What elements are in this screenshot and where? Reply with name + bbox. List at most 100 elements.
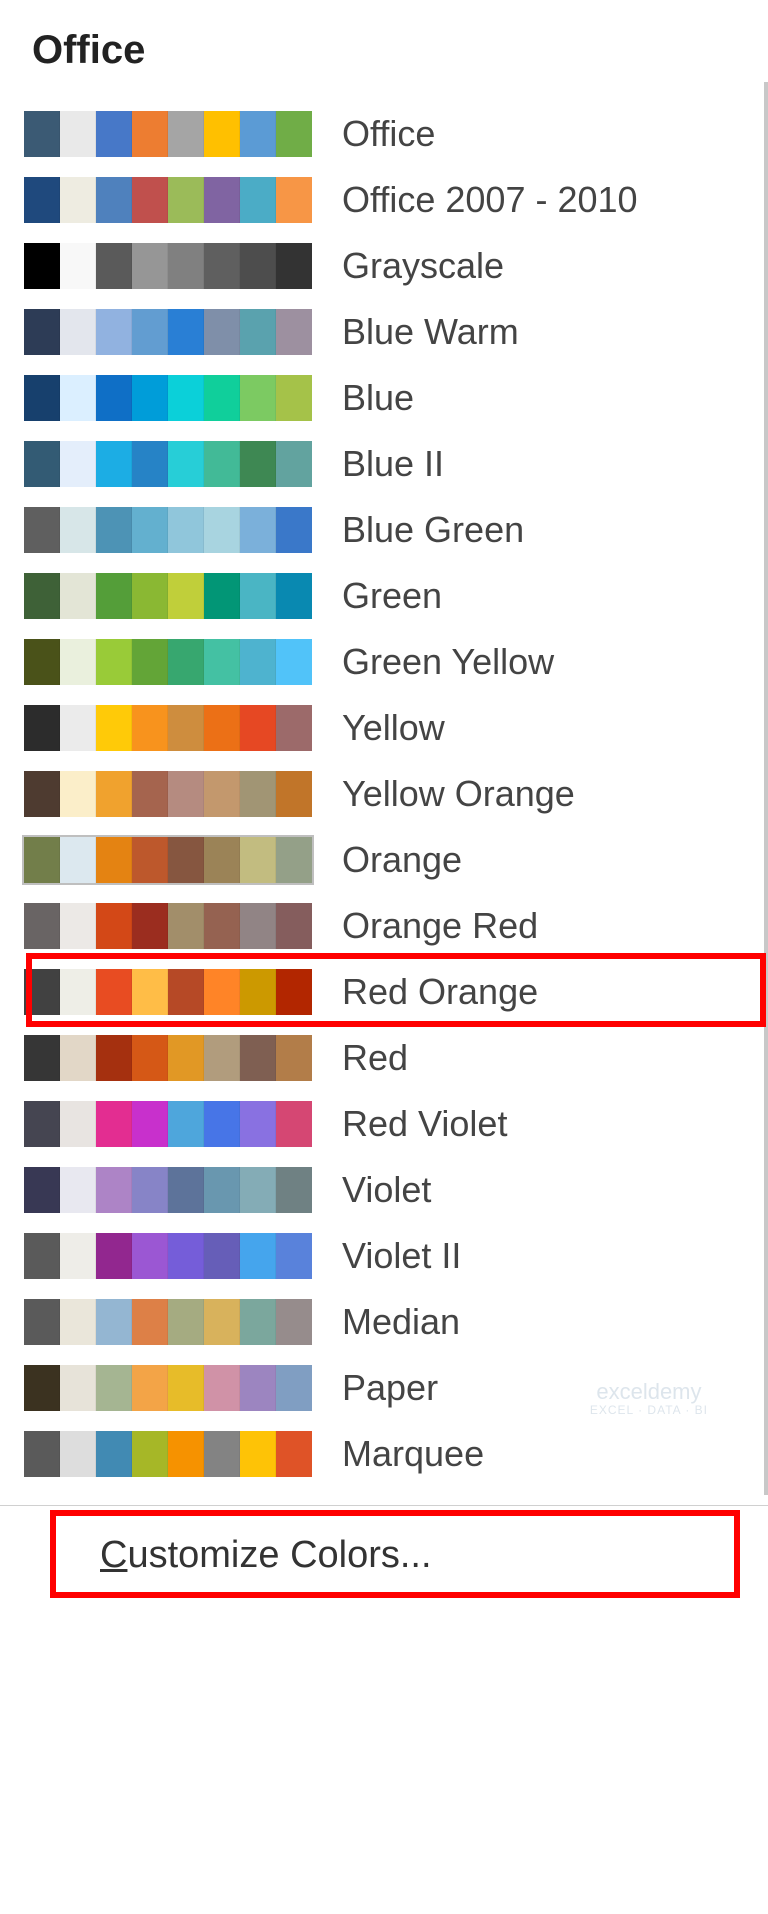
theme-item[interactable]: Median <box>22 1289 768 1355</box>
color-swatch <box>60 1365 96 1411</box>
color-swatch <box>60 243 96 289</box>
theme-item[interactable]: Yellow <box>22 695 768 761</box>
customize-colors-item[interactable]: Customize Colors... <box>0 1506 768 1605</box>
theme-item[interactable]: Red <box>22 1025 768 1091</box>
color-swatch <box>168 903 204 949</box>
color-swatch <box>240 1299 276 1345</box>
color-swatch <box>168 573 204 619</box>
color-swatch <box>204 441 240 487</box>
theme-label: Green Yellow <box>342 641 554 683</box>
theme-swatches <box>22 1429 314 1479</box>
color-swatch <box>240 1365 276 1411</box>
theme-item[interactable]: Blue Warm <box>22 299 768 365</box>
color-swatch <box>132 507 168 553</box>
color-swatch <box>276 243 312 289</box>
theme-swatches <box>22 1033 314 1083</box>
theme-item[interactable]: Green <box>22 563 768 629</box>
color-swatch <box>204 639 240 685</box>
color-swatch <box>240 309 276 355</box>
color-swatch <box>240 1167 276 1213</box>
color-swatch <box>60 441 96 487</box>
color-swatch <box>132 375 168 421</box>
color-swatch <box>24 771 60 817</box>
color-swatch <box>204 1035 240 1081</box>
color-swatch <box>60 771 96 817</box>
theme-swatches <box>22 1231 314 1281</box>
color-swatch <box>240 507 276 553</box>
color-swatch <box>96 111 132 157</box>
color-swatch <box>132 1035 168 1081</box>
theme-swatches <box>22 769 314 819</box>
color-swatch <box>24 705 60 751</box>
theme-item[interactable]: Green Yellow <box>22 629 768 695</box>
color-swatch <box>276 1233 312 1279</box>
theme-item[interactable]: Orange Red <box>22 893 768 959</box>
color-swatch <box>60 1101 96 1147</box>
color-swatch <box>276 573 312 619</box>
color-swatch <box>132 837 168 883</box>
theme-item[interactable]: Office <box>22 101 768 167</box>
theme-swatches <box>22 835 314 885</box>
color-swatch <box>204 507 240 553</box>
color-swatch <box>96 177 132 223</box>
theme-item[interactable]: Yellow Orange <box>22 761 768 827</box>
color-swatch <box>276 639 312 685</box>
color-swatch <box>276 1035 312 1081</box>
color-swatch <box>240 177 276 223</box>
color-swatch <box>132 705 168 751</box>
color-swatch <box>168 111 204 157</box>
theme-item[interactable]: Orange <box>22 827 768 893</box>
color-swatch <box>204 969 240 1015</box>
theme-item[interactable]: Blue <box>22 365 768 431</box>
color-swatch <box>96 1167 132 1213</box>
theme-item[interactable]: Marquee <box>22 1421 768 1487</box>
theme-item[interactable]: Office 2007 - 2010 <box>22 167 768 233</box>
color-swatch <box>24 1167 60 1213</box>
color-swatch <box>240 771 276 817</box>
color-swatch <box>276 903 312 949</box>
color-swatch <box>24 969 60 1015</box>
theme-swatches <box>22 373 314 423</box>
theme-item[interactable]: Blue Green <box>22 497 768 563</box>
color-swatch <box>240 639 276 685</box>
section-header: Office <box>0 0 768 101</box>
color-swatch <box>24 441 60 487</box>
color-swatch <box>240 903 276 949</box>
color-swatch <box>60 573 96 619</box>
theme-label: Red Violet <box>342 1103 507 1145</box>
color-swatch <box>132 903 168 949</box>
color-swatch <box>240 1431 276 1477</box>
color-swatch <box>168 507 204 553</box>
color-swatch <box>240 705 276 751</box>
color-swatch <box>168 1365 204 1411</box>
theme-item[interactable]: Grayscale <box>22 233 768 299</box>
theme-swatches <box>22 901 314 951</box>
color-swatch <box>60 1035 96 1081</box>
theme-item[interactable]: Paper <box>22 1355 768 1421</box>
color-swatch <box>168 837 204 883</box>
theme-item[interactable]: Red Violet <box>22 1091 768 1157</box>
color-swatch <box>132 309 168 355</box>
theme-item[interactable]: Blue II <box>22 431 768 497</box>
theme-item[interactable]: Violet II <box>22 1223 768 1289</box>
color-swatch <box>240 375 276 421</box>
color-swatch <box>96 507 132 553</box>
color-swatch <box>96 837 132 883</box>
theme-label: Yellow Orange <box>342 773 575 815</box>
color-swatch <box>276 507 312 553</box>
color-swatch <box>96 705 132 751</box>
color-swatch <box>24 1431 60 1477</box>
color-swatch <box>240 1233 276 1279</box>
theme-swatches <box>22 1297 314 1347</box>
theme-swatches <box>22 967 314 1017</box>
color-swatch <box>132 111 168 157</box>
theme-item[interactable]: Red Orange <box>22 959 768 1025</box>
theme-swatches <box>22 1099 314 1149</box>
color-swatch <box>132 1167 168 1213</box>
color-swatch <box>60 903 96 949</box>
theme-swatches <box>22 571 314 621</box>
color-swatch <box>276 441 312 487</box>
color-swatch <box>204 705 240 751</box>
theme-item[interactable]: Violet <box>22 1157 768 1223</box>
color-swatch <box>132 969 168 1015</box>
